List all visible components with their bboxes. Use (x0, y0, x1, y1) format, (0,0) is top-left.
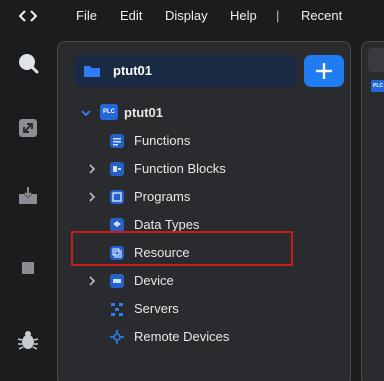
tree-item-label: Device (134, 273, 174, 288)
tree-item-label: Programs (134, 189, 191, 204)
menu-bar: File Edit Display Help | Recent (0, 0, 384, 32)
remote-devices-icon (110, 330, 124, 344)
plus-icon (316, 63, 332, 79)
add-button[interactable] (304, 55, 344, 87)
tree-root-ptut01[interactable]: PLC ptut01 (58, 99, 350, 127)
debug-bug-icon[interactable] (16, 328, 40, 352)
tree-item-remote-devices[interactable]: Remote Devices (58, 323, 350, 351)
search-icon[interactable] (16, 52, 40, 76)
editor-tab[interactable] (368, 48, 384, 72)
function-blocks-icon (110, 162, 124, 176)
chevron-right-icon[interactable] (86, 191, 98, 203)
tree-item-functions[interactable]: Functions (58, 127, 350, 155)
menu-separator: | (276, 8, 280, 23)
functions-icon (110, 134, 124, 148)
tree-item-programs[interactable]: Programs (58, 183, 350, 211)
activity-bar (0, 32, 56, 381)
folder-icon (84, 66, 100, 77)
menu-display[interactable]: Display (165, 8, 208, 24)
menu-recent[interactable]: Recent (301, 8, 342, 24)
menu-file[interactable]: File (76, 8, 97, 24)
expand-icon[interactable] (16, 116, 40, 140)
menu-help[interactable]: Help (230, 8, 257, 24)
tree-item-label: Function Blocks (134, 161, 226, 176)
project-explorer-panel: ptut01 PLC ptut01 Functions Function Blo… (57, 41, 351, 381)
menu-edit[interactable]: Edit (120, 8, 142, 24)
editor-panel: PLC (361, 41, 384, 381)
device-icon (110, 274, 124, 288)
tree-item-device[interactable]: Device (58, 267, 350, 295)
chevron-down-icon[interactable] (80, 107, 92, 119)
download-icon[interactable] (16, 184, 40, 208)
chevron-right-icon[interactable] (86, 163, 98, 175)
project-name: ptut01 (113, 63, 152, 78)
servers-icon (111, 303, 123, 316)
programs-icon (110, 190, 124, 204)
plc-badge: PLC (100, 104, 118, 120)
plc-badge-small: PLC (371, 80, 384, 92)
chevron-right-icon[interactable] (86, 275, 98, 287)
tree-item-label: Remote Devices (134, 329, 230, 344)
tree-item-label: Servers (134, 301, 179, 316)
code-brackets-icon[interactable] (18, 8, 38, 24)
tree-item-function-blocks[interactable]: Function Blocks (58, 155, 350, 183)
stop-icon[interactable] (16, 256, 40, 280)
project-selector[interactable]: ptut01 (75, 55, 297, 87)
tree-item-servers[interactable]: Servers (58, 295, 350, 323)
tree-root-label: ptut01 (124, 105, 163, 120)
resource-highlight-box (71, 231, 293, 266)
tree-item-label: Functions (134, 133, 191, 148)
